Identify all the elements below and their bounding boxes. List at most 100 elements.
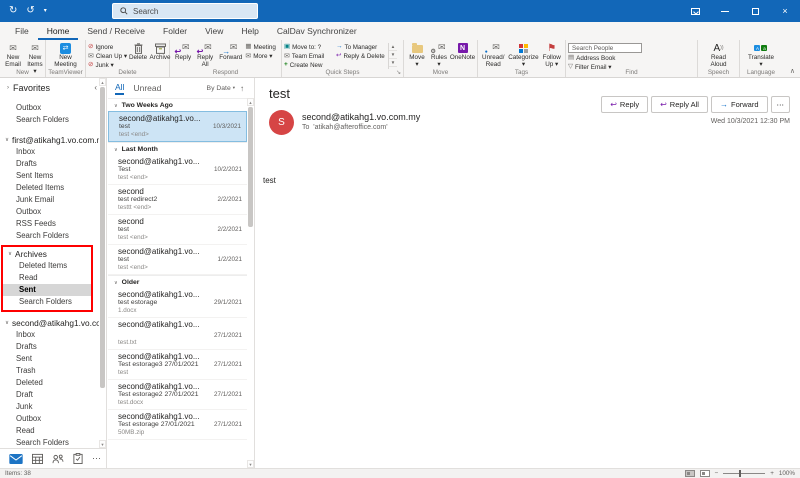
delete-button[interactable]: Delete bbox=[127, 41, 149, 63]
scroll-down-icon[interactable]: ▼ bbox=[247, 460, 254, 468]
quick-steps-gallery-scroll[interactable]: ▲ ▼ ▼ bbox=[388, 43, 397, 69]
message-row[interactable]: second@atikahg1.vo... test estorage29/1/… bbox=[108, 288, 247, 318]
folder-item-search-folders[interactable]: Search Folders bbox=[3, 296, 91, 308]
folder-item[interactable]: Deleted bbox=[0, 377, 99, 389]
tab-view[interactable]: View bbox=[196, 23, 232, 40]
reply-all-button[interactable]: ✉↩ Reply All bbox=[194, 41, 216, 70]
quick-steps-dialog-launcher[interactable]: ↘ bbox=[396, 69, 401, 76]
folder-item-deleted-items[interactable]: Deleted Items bbox=[3, 260, 91, 272]
scroll-up-icon[interactable]: ▲ bbox=[99, 78, 106, 86]
folder-item[interactable]: Junk Email bbox=[0, 194, 99, 206]
tab-send-receive[interactable]: Send / Receive bbox=[78, 23, 154, 40]
folder-item[interactable]: Search Folders bbox=[0, 230, 99, 242]
account-first-root[interactable]: ∨ first@atikahg1.vo.com.my bbox=[0, 133, 99, 146]
reply-button[interactable]: ✉↩ Reply bbox=[172, 41, 194, 63]
message-row[interactable]: second@atikahg1.vo... Test estorage3 27/… bbox=[108, 350, 247, 380]
zoom-in-button[interactable]: + bbox=[770, 470, 774, 477]
folder-pane-scrollbar[interactable]: ▲ ▼ bbox=[99, 78, 106, 448]
message-list-scrollbar[interactable]: ▲ ▼ bbox=[247, 98, 254, 468]
read-aloud-button[interactable]: A)) Read Aloud bbox=[707, 41, 729, 70]
rules-button[interactable]: ✉⚙ Rules ▾ bbox=[428, 41, 450, 70]
message-row[interactable]: second test2/2/2021 test <end> bbox=[108, 215, 247, 245]
folder-item[interactable]: Draft bbox=[0, 389, 99, 401]
group-header-older[interactable]: ∨Older bbox=[108, 275, 247, 288]
folder-item[interactable]: Outbox bbox=[0, 102, 99, 114]
message-row[interactable]: second@atikahg1.vo... test1/2/2021 test … bbox=[108, 245, 247, 275]
new-meeting-button[interactable]: ⇄ New Meeting bbox=[51, 41, 79, 70]
folder-item[interactable]: Outbox bbox=[0, 206, 99, 218]
reply-all-action-button[interactable]: ↩Reply All bbox=[651, 96, 708, 113]
sort-direction-icon[interactable]: ↑ bbox=[240, 84, 244, 93]
zoom-slider[interactable] bbox=[723, 473, 765, 474]
message-row[interactable]: second@atikahg1.vo... Test10/2/2021 test… bbox=[108, 155, 247, 185]
address-book-button[interactable]: ▤Address Book bbox=[568, 54, 642, 62]
ignore-button[interactable]: ⊘Ignore bbox=[88, 43, 127, 51]
folder-item[interactable]: Drafts bbox=[0, 158, 99, 170]
folder-item[interactable]: Deleted Items bbox=[0, 182, 99, 194]
tab-caldav-synchronizer[interactable]: CalDav Synchronizer bbox=[268, 23, 366, 40]
folder-item[interactable]: Outbox bbox=[0, 413, 99, 425]
meeting-button[interactable]: ▦Meeting bbox=[245, 43, 276, 51]
message-row[interactable]: second test redirect22/2/2021 testtt <en… bbox=[108, 185, 247, 215]
quick-step-to-manager[interactable]: →To Manager bbox=[336, 43, 388, 51]
sort-by-date-button[interactable]: By Date ▾ bbox=[207, 85, 235, 92]
quick-step-move-to[interactable]: ▣Move to: ? bbox=[284, 43, 336, 51]
normal-view-icon[interactable] bbox=[685, 470, 695, 477]
restore-button[interactable] bbox=[740, 0, 770, 22]
tab-home[interactable]: Home bbox=[38, 23, 79, 40]
quick-access-caret-icon[interactable]: ▾ bbox=[44, 6, 47, 16]
favorites-header[interactable]: › Favorites bbox=[0, 78, 106, 96]
collapse-folder-pane-icon[interactable]: ‹ bbox=[94, 83, 97, 92]
folder-item[interactable]: Junk bbox=[0, 401, 99, 413]
tab-help[interactable]: Help bbox=[232, 23, 267, 40]
ribbon-display-options-button[interactable] bbox=[680, 0, 710, 22]
categorize-button[interactable]: Categorize ▾ bbox=[507, 41, 541, 70]
forward-button[interactable]: ✉→ Forward bbox=[216, 41, 245, 63]
group-header-last-month[interactable]: ∨Last Month bbox=[108, 142, 247, 155]
folder-item-read[interactable]: Read bbox=[3, 272, 91, 284]
tasks-nav-icon[interactable] bbox=[73, 453, 83, 464]
message-row[interactable]: second@atikahg1.vo... Test estorage 27/0… bbox=[108, 410, 247, 440]
close-button[interactable]: × bbox=[770, 0, 800, 22]
folder-item[interactable]: Search Folders bbox=[0, 437, 99, 448]
sender-address[interactable]: second@atikahg1.vo.com.my bbox=[302, 112, 420, 122]
scrollbar-thumb[interactable] bbox=[100, 87, 105, 388]
zoom-slider-thumb[interactable] bbox=[739, 470, 741, 477]
archive-button[interactable]: Archive bbox=[149, 41, 171, 63]
account-second-root[interactable]: ∨ second@atikahg1.vo.co... bbox=[0, 316, 99, 329]
to-recipients[interactable]: 'atikah@afteroffice.com' bbox=[313, 124, 387, 131]
folder-item[interactable]: Search Folders bbox=[0, 114, 99, 126]
clean-up-button[interactable]: ✉Clean Up ▾ bbox=[88, 52, 127, 60]
scroll-down-icon[interactable]: ▼ bbox=[99, 440, 106, 448]
junk-button[interactable]: ⊘Junk ▾ bbox=[88, 61, 127, 69]
filter-all-tab[interactable]: All bbox=[115, 82, 124, 95]
forward-action-button[interactable]: →Forward bbox=[711, 96, 768, 113]
follow-up-button[interactable]: ⚑ Follow Up ▾ bbox=[540, 41, 563, 70]
unread-read-button[interactable]: ✉● Unread/ Read bbox=[480, 41, 507, 70]
folder-item[interactable]: Inbox bbox=[0, 329, 99, 341]
move-button[interactable]: Move ▾ bbox=[406, 41, 428, 70]
quick-step-reply-delete[interactable]: ↩Reply & Delete bbox=[336, 52, 388, 60]
zoom-out-button[interactable]: − bbox=[715, 470, 719, 477]
folder-item[interactable]: RSS Feeds bbox=[0, 218, 99, 230]
sender-avatar[interactable]: S bbox=[269, 110, 294, 135]
search-people-input[interactable]: Search People bbox=[568, 43, 642, 53]
message-row[interactable]: second@atikahg1.vo... test10/3/2021 test… bbox=[108, 111, 247, 142]
folder-item[interactable]: Read bbox=[0, 425, 99, 437]
undo-icon[interactable]: ↺ bbox=[26, 6, 34, 16]
scroll-up-icon[interactable]: ▲ bbox=[247, 98, 254, 106]
message-row[interactable]: second@atikahg1.vo... Test estorage2 27/… bbox=[108, 380, 247, 410]
more-respond-button[interactable]: ✉More ▾ bbox=[245, 52, 276, 60]
reply-action-button[interactable]: ↩Reply bbox=[601, 96, 648, 113]
more-actions-button[interactable]: ⋯ bbox=[771, 96, 791, 113]
tab-file[interactable]: File bbox=[6, 23, 38, 40]
folder-item[interactable]: Drafts bbox=[0, 341, 99, 353]
quick-step-create-new[interactable]: +Create New bbox=[284, 61, 336, 69]
collapse-ribbon-icon[interactable]: ∧ bbox=[790, 67, 795, 75]
scrollbar-thumb[interactable] bbox=[248, 107, 253, 227]
translate-button[interactable]: A a Translate ▾ bbox=[745, 41, 777, 70]
new-email-button[interactable]: ✉ New Email bbox=[2, 41, 24, 70]
folder-item[interactable]: Sent bbox=[0, 353, 99, 365]
zoom-level[interactable]: 100% bbox=[779, 470, 795, 477]
search-input[interactable]: Search bbox=[112, 3, 258, 19]
